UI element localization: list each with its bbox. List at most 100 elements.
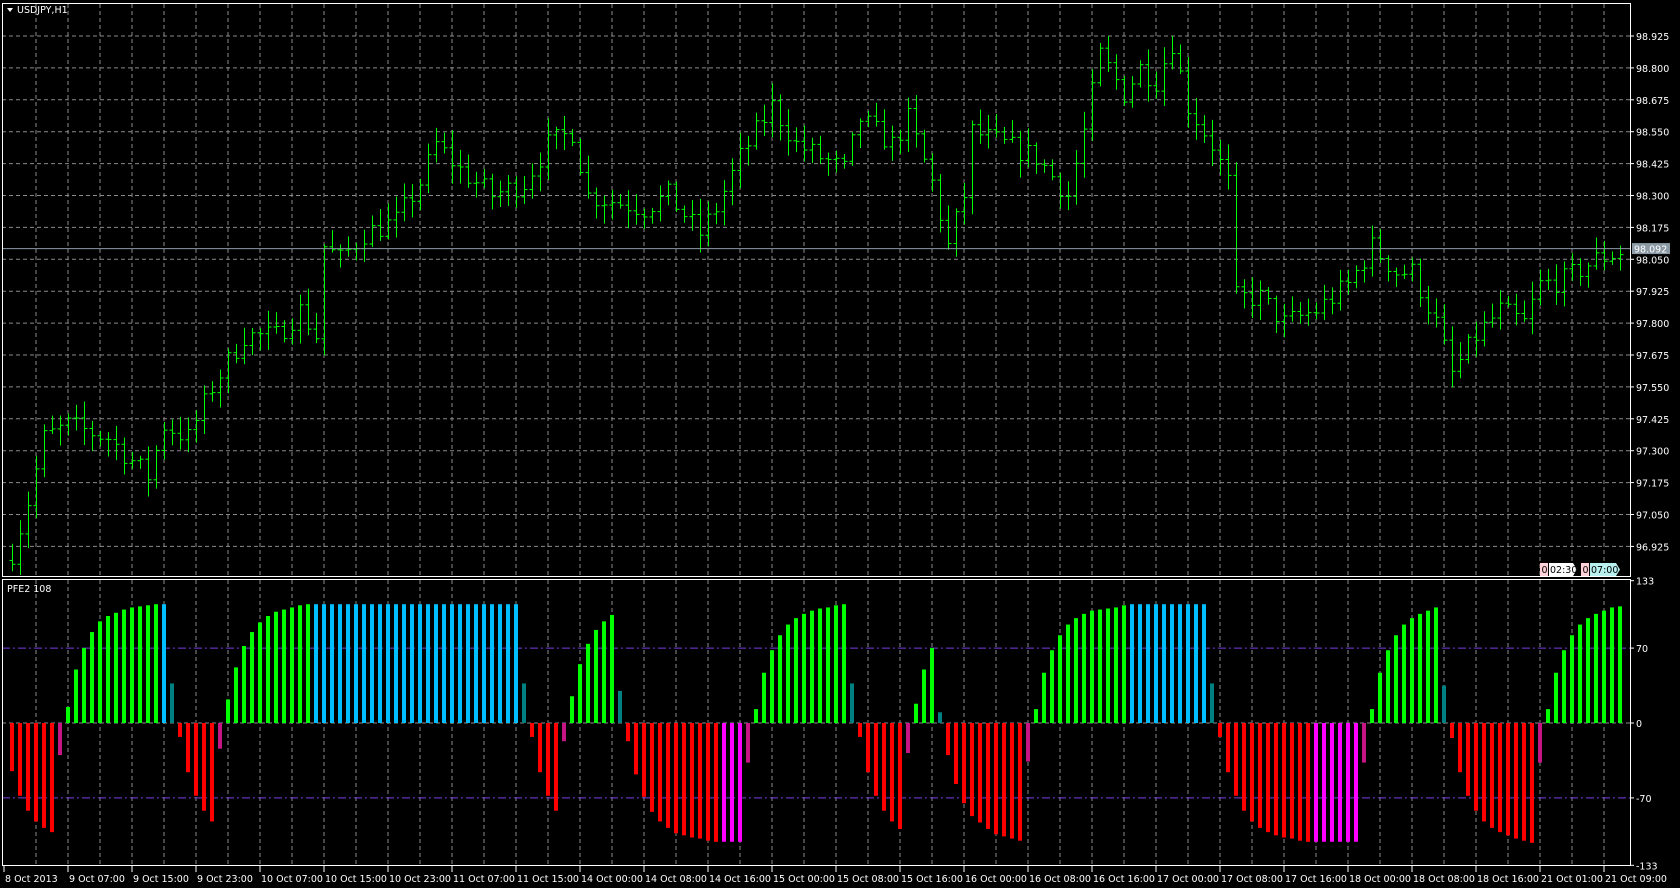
histogram-bar [1258, 723, 1262, 828]
histogram-bar [154, 604, 158, 723]
price-bar [345, 236, 352, 257]
histogram-bar [954, 723, 958, 784]
price-bar [1505, 295, 1512, 308]
histogram-bar [266, 616, 270, 723]
trading-chart[interactable]: 98.925 98.800 98.675 98.550 98.425 98.300 98.1… [0, 0, 1680, 888]
price-axis[interactable]: 98.925 98.800 98.675 98.550 98.425 98.300 98.1… [1630, 32, 1669, 553]
price-bar [745, 135, 752, 166]
histogram-bar [218, 723, 222, 749]
price-bar [1241, 279, 1248, 309]
histogram-bar [1018, 723, 1022, 841]
price-bar [1017, 130, 1024, 178]
histogram-bar [1306, 723, 1310, 842]
time-label: 18 Oct 16:00 [1477, 874, 1539, 885]
price-bar [881, 109, 888, 150]
histogram-bar [202, 723, 206, 811]
histogram-bar [10, 723, 14, 772]
price-bar [1417, 258, 1424, 308]
histogram-bar [810, 610, 814, 723]
price-bar [673, 181, 680, 212]
time-label: 17 Oct 00:00 [1157, 874, 1219, 885]
histogram-bar [1370, 709, 1374, 723]
histogram-bar [42, 723, 46, 828]
histogram-bar [1090, 610, 1094, 723]
price-bar [1569, 253, 1576, 281]
price-bar [1553, 264, 1560, 305]
price-bar [313, 312, 320, 344]
price-bar [481, 168, 488, 189]
time-label: 17 Oct 16:00 [1285, 874, 1347, 885]
price-bar [769, 83, 776, 138]
price-bar [1265, 287, 1272, 305]
time-label: 8 Oct 2013 [5, 874, 58, 885]
indicator-axis[interactable]: 133 70 0 -70 -133 [1630, 577, 1658, 873]
price-bar [617, 193, 624, 209]
histogram-bar [1114, 607, 1118, 723]
price-bar [1497, 290, 1504, 330]
price-bar [1521, 300, 1528, 322]
histogram-bar [1394, 635, 1398, 723]
price-bar [1361, 260, 1368, 283]
histogram-bar [514, 604, 518, 723]
price-bar [305, 288, 312, 336]
price-bar [465, 154, 472, 188]
indicator-level-label: 0 [1636, 719, 1642, 730]
price-bar [1089, 69, 1096, 141]
histogram-bar [1562, 650, 1566, 723]
price-bar [561, 116, 568, 150]
histogram-bar [842, 604, 846, 723]
time-label: 11 Oct 15:00 [517, 874, 579, 885]
price-bar [1529, 281, 1536, 335]
histogram-bar [282, 609, 286, 723]
main-pane-border[interactable] [2, 3, 1631, 577]
dropdown-triangle-icon[interactable] [7, 8, 13, 12]
histogram-bar [1042, 672, 1046, 723]
price-label: 98.050 [1636, 255, 1669, 266]
symbol-title[interactable]: USDJPY,H1 [7, 5, 68, 16]
price-bar [1545, 268, 1552, 290]
time-label: 10 Oct 07:00 [261, 874, 323, 885]
histogram-bar [722, 723, 726, 842]
time-tag-2: 0 07:00 [1581, 563, 1620, 576]
price-bar [545, 118, 552, 180]
price-bar [1257, 280, 1264, 321]
price-bar [1025, 128, 1032, 168]
price-bar [1049, 159, 1056, 181]
price-label: 98.550 [1636, 128, 1669, 139]
histogram-bar [1474, 723, 1478, 811]
price-bar [657, 185, 664, 222]
price-bar [145, 446, 152, 497]
histogram-bar [962, 723, 966, 804]
histogram-bar [906, 723, 910, 753]
histogram-bar [250, 632, 254, 723]
histogram-bar [1602, 610, 1606, 723]
histogram-bar [682, 723, 686, 836]
price-bar [809, 137, 816, 164]
histogram-bar [1298, 723, 1302, 841]
histogram-bar [1322, 723, 1326, 842]
price-bar [1401, 264, 1408, 279]
price-bar [977, 109, 984, 144]
price-bar [873, 102, 880, 127]
price-bar [777, 94, 784, 141]
price-label: 97.300 [1636, 447, 1669, 458]
histogram-bar [362, 604, 366, 723]
histogram-bar [994, 723, 998, 835]
price-bar [953, 208, 960, 257]
histogram-bar [290, 607, 294, 723]
time-axis[interactable]: 8 Oct 2013 9 Oct 07:00 9 Oct 15:00 9 Oct 23… [3, 866, 1667, 885]
price-bar [377, 209, 384, 241]
histogram-bar [1130, 604, 1134, 723]
symbol-label: USDJPY,H1 [17, 5, 68, 16]
price-bar [721, 180, 728, 226]
histogram-bar [1106, 608, 1110, 723]
histogram-bar [570, 696, 574, 723]
price-bar [193, 410, 200, 443]
price-bar [937, 174, 944, 233]
histogram-bar [882, 723, 886, 811]
histogram-bar [434, 604, 438, 723]
price-bar [1577, 258, 1584, 286]
price-label: 97.675 [1636, 351, 1669, 362]
histogram-bar [74, 669, 78, 723]
histogram-bar [1146, 604, 1150, 723]
